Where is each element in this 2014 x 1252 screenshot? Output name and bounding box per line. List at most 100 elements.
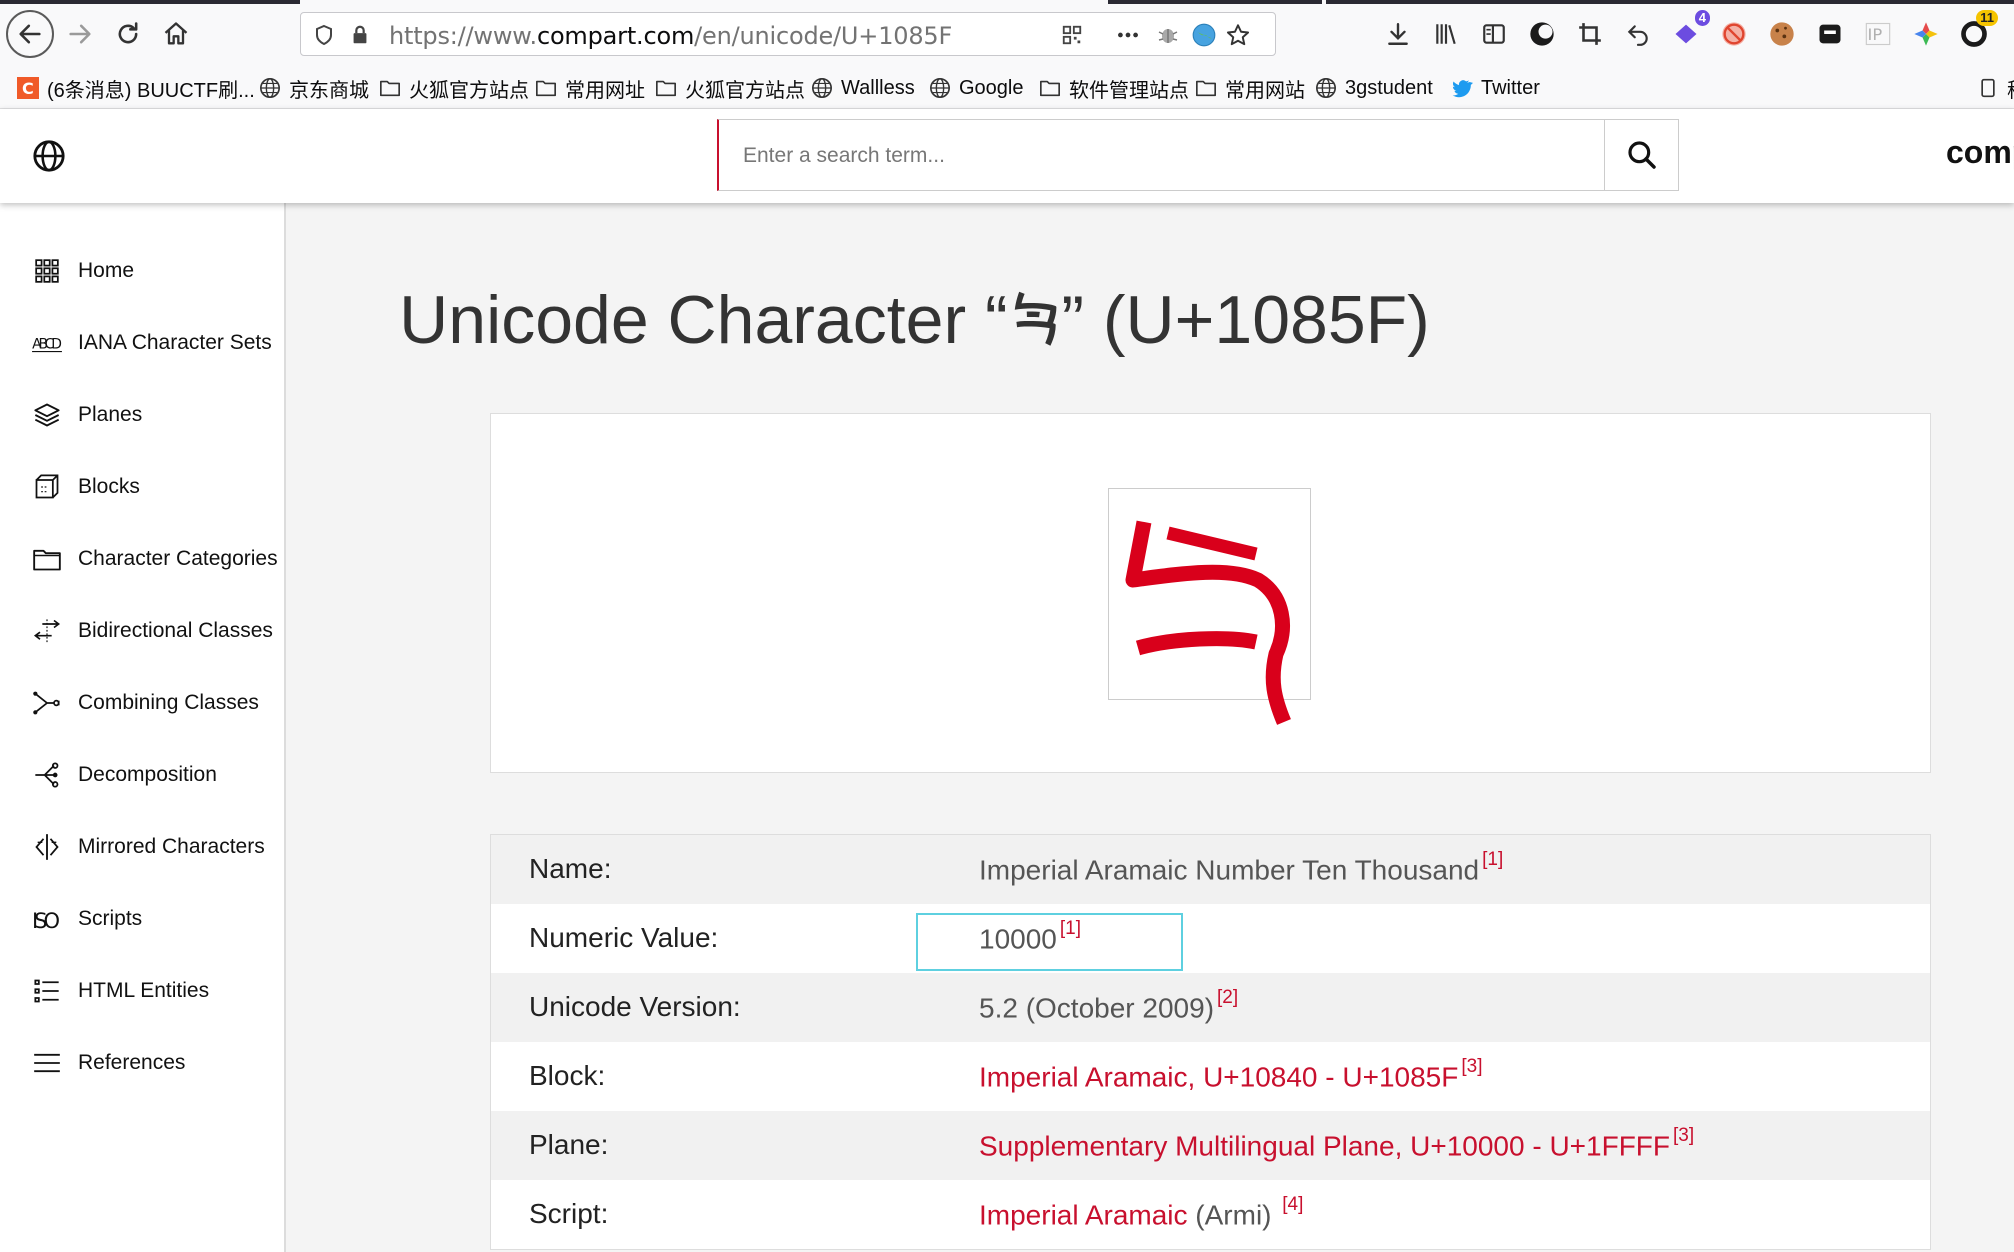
sidebar-item-mirrored-characters[interactable]: Mirrored Characters [30, 827, 265, 867]
folder-icon [654, 76, 678, 100]
colorful-extension-icon[interactable] [1910, 18, 1942, 50]
sidebar-item-iana-character-sets[interactable]: ABCD IANA Character Sets [30, 323, 272, 363]
more-actions-icon[interactable] [1113, 20, 1143, 50]
download-icon[interactable] [1382, 18, 1414, 50]
crop-icon[interactable] [1574, 18, 1606, 50]
page-title: Unicode Character “𐡟” (U+1085F) [399, 282, 1430, 358]
folder-icon [534, 76, 558, 100]
bookmark-star-icon[interactable] [1223, 20, 1253, 50]
sidebar-item-blocks[interactable]: Blocks [30, 467, 140, 507]
menu-icon [30, 1046, 64, 1080]
sidebar-item-references[interactable]: References [30, 1043, 185, 1083]
svg-text:IP: IP [1868, 25, 1883, 44]
bookmark-folder[interactable]: 常用网址 [534, 72, 645, 104]
forward-button[interactable] [58, 12, 102, 56]
bug-icon[interactable] [1153, 20, 1183, 50]
reload-button[interactable] [106, 12, 150, 56]
lock-icon[interactable] [345, 20, 375, 50]
extension-badge: 11 [1976, 10, 1998, 26]
bookmark-folder[interactable]: 软件管理站点 [1038, 72, 1189, 104]
undo-icon[interactable] [1622, 18, 1654, 50]
plane-link[interactable]: Supplementary Multilingual Plane, U+1000… [979, 1130, 1670, 1161]
ip-icon[interactable]: IP [1862, 18, 1894, 50]
search-button[interactable] [1605, 119, 1679, 191]
tab-strip-edge [1108, 0, 1322, 4]
character-name-value: Imperial Aramaic Number Ten Thousand [979, 854, 1480, 886]
url-text[interactable]: https://www.compart.com/en/unicode/U+108… [389, 22, 952, 50]
bookmark-item[interactable]: Twitter [1450, 72, 1540, 104]
script-code: (Armi) [1187, 1199, 1280, 1231]
bookmark-item[interactable]: 京东商城 [258, 72, 369, 104]
property-row-script: Script: Imperial Aramaic (Armi) [4] [529, 1194, 1304, 1231]
sidebar-toggle-icon[interactable] [1478, 18, 1510, 50]
sidebar-item-scripts[interactable]: ISO Scripts [30, 899, 142, 939]
reference-link[interactable]: [1] [1482, 849, 1503, 870]
bookmark-folder[interactable]: 常用网站 [1194, 72, 1305, 104]
moon-extension-icon[interactable] [1526, 18, 1558, 50]
bidi-icon [30, 614, 64, 648]
abcd-icon: ABCD [30, 326, 64, 360]
layers-icon [30, 398, 64, 432]
bookmark-folder[interactable]: 火狐官方站点 [654, 72, 805, 104]
shield-icon[interactable] [309, 20, 339, 50]
folder-icon [1038, 76, 1062, 100]
script-link[interactable]: Imperial Aramaic [979, 1199, 1188, 1230]
tab-strip-edge [1326, 0, 2014, 4]
globe-icon [258, 76, 282, 100]
tab-strip-edge [0, 0, 300, 4]
reference-link[interactable]: [3] [1673, 1125, 1694, 1146]
twitter-bird-icon [1450, 76, 1474, 100]
cookie-icon[interactable] [1766, 18, 1798, 50]
forward-arrow-icon [69, 24, 91, 44]
globe-icon [928, 76, 952, 100]
bookmark-item[interactable]: Google [928, 72, 1024, 104]
home-button[interactable] [154, 12, 198, 56]
wallet-icon[interactable] [1814, 18, 1846, 50]
sidebar-item-planes[interactable]: Planes [30, 395, 142, 435]
address-bar[interactable]: https://www.compart.com/en/unicode/U+108… [300, 12, 1276, 56]
globe-icon [1314, 76, 1338, 100]
search-icon [1627, 141, 1656, 169]
focus-highlight [916, 913, 1183, 971]
bookmark-folder[interactable]: 火狐官方站点 [378, 72, 529, 104]
bookmark-item[interactable]: 3gstudent [1314, 72, 1433, 104]
qr-code-icon[interactable] [1057, 20, 1087, 50]
reference-link[interactable]: [2] [1217, 987, 1238, 1008]
sidebar-item-html-entities[interactable]: HTML Entities [30, 971, 209, 1011]
back-button[interactable] [6, 10, 54, 58]
search-input[interactable] [741, 120, 1585, 192]
bookmark-overflow[interactable]: 移 [1976, 72, 2014, 104]
iso-icon: ISO [30, 902, 64, 936]
svg-text:C: C [22, 79, 34, 98]
property-row-unicode-version: Unicode Version: 5.2 (October 2009) [2] [491, 973, 1930, 1042]
property-row-plane: Plane: Supplementary Multilingual Plane,… [491, 1111, 1930, 1180]
bookmark-item[interactable]: C (6条消息) BUUCTF刷... [16, 72, 255, 104]
sidebar-item-decomposition[interactable]: Decomposition [30, 755, 217, 795]
decomposition-icon [30, 758, 64, 792]
folder-icon [378, 76, 402, 100]
sidebar-item-combining-classes[interactable]: Combining Classes [30, 683, 259, 723]
list-icon [30, 974, 64, 1008]
sidebar-item-bidirectional-classes[interactable]: Bidirectional Classes [30, 611, 273, 651]
sidebar-item-home[interactable]: Home [30, 251, 134, 291]
translate-globe-icon[interactable] [1189, 20, 1219, 50]
language-globe-icon[interactable] [32, 139, 66, 173]
reference-link[interactable]: [3] [1461, 1056, 1482, 1077]
character-glyph-image [1125, 520, 1291, 725]
site-logo[interactable]: comp [1946, 134, 2014, 171]
library-icon[interactable] [1430, 18, 1462, 50]
reference-link[interactable]: [4] [1282, 1194, 1303, 1215]
puzzle-extension-icon[interactable]: 4 [1670, 10, 1710, 50]
property-row-name: Name: Imperial Aramaic Number Ten Thousa… [491, 835, 1930, 904]
folder-icon [30, 542, 64, 576]
property-row-numeric-value: Numeric Value: 10000 [1] [529, 918, 1081, 955]
title-character: 𐡟 [1007, 282, 1062, 358]
sidebar-item-character-categories[interactable]: Character Categories [30, 539, 278, 579]
sidebar: Home ABCD IANA Character Sets Planes Blo… [0, 203, 286, 1252]
block-extension-icon[interactable] [1718, 18, 1750, 50]
bookmark-item[interactable]: Wallless [810, 72, 915, 104]
search-box [717, 119, 1605, 192]
mobile-bookmarks-icon [1976, 76, 2000, 100]
block-link[interactable]: Imperial Aramaic, U+10840 - U+1085F [979, 1061, 1458, 1092]
circle-extension-icon[interactable]: 11 [1958, 10, 1998, 50]
